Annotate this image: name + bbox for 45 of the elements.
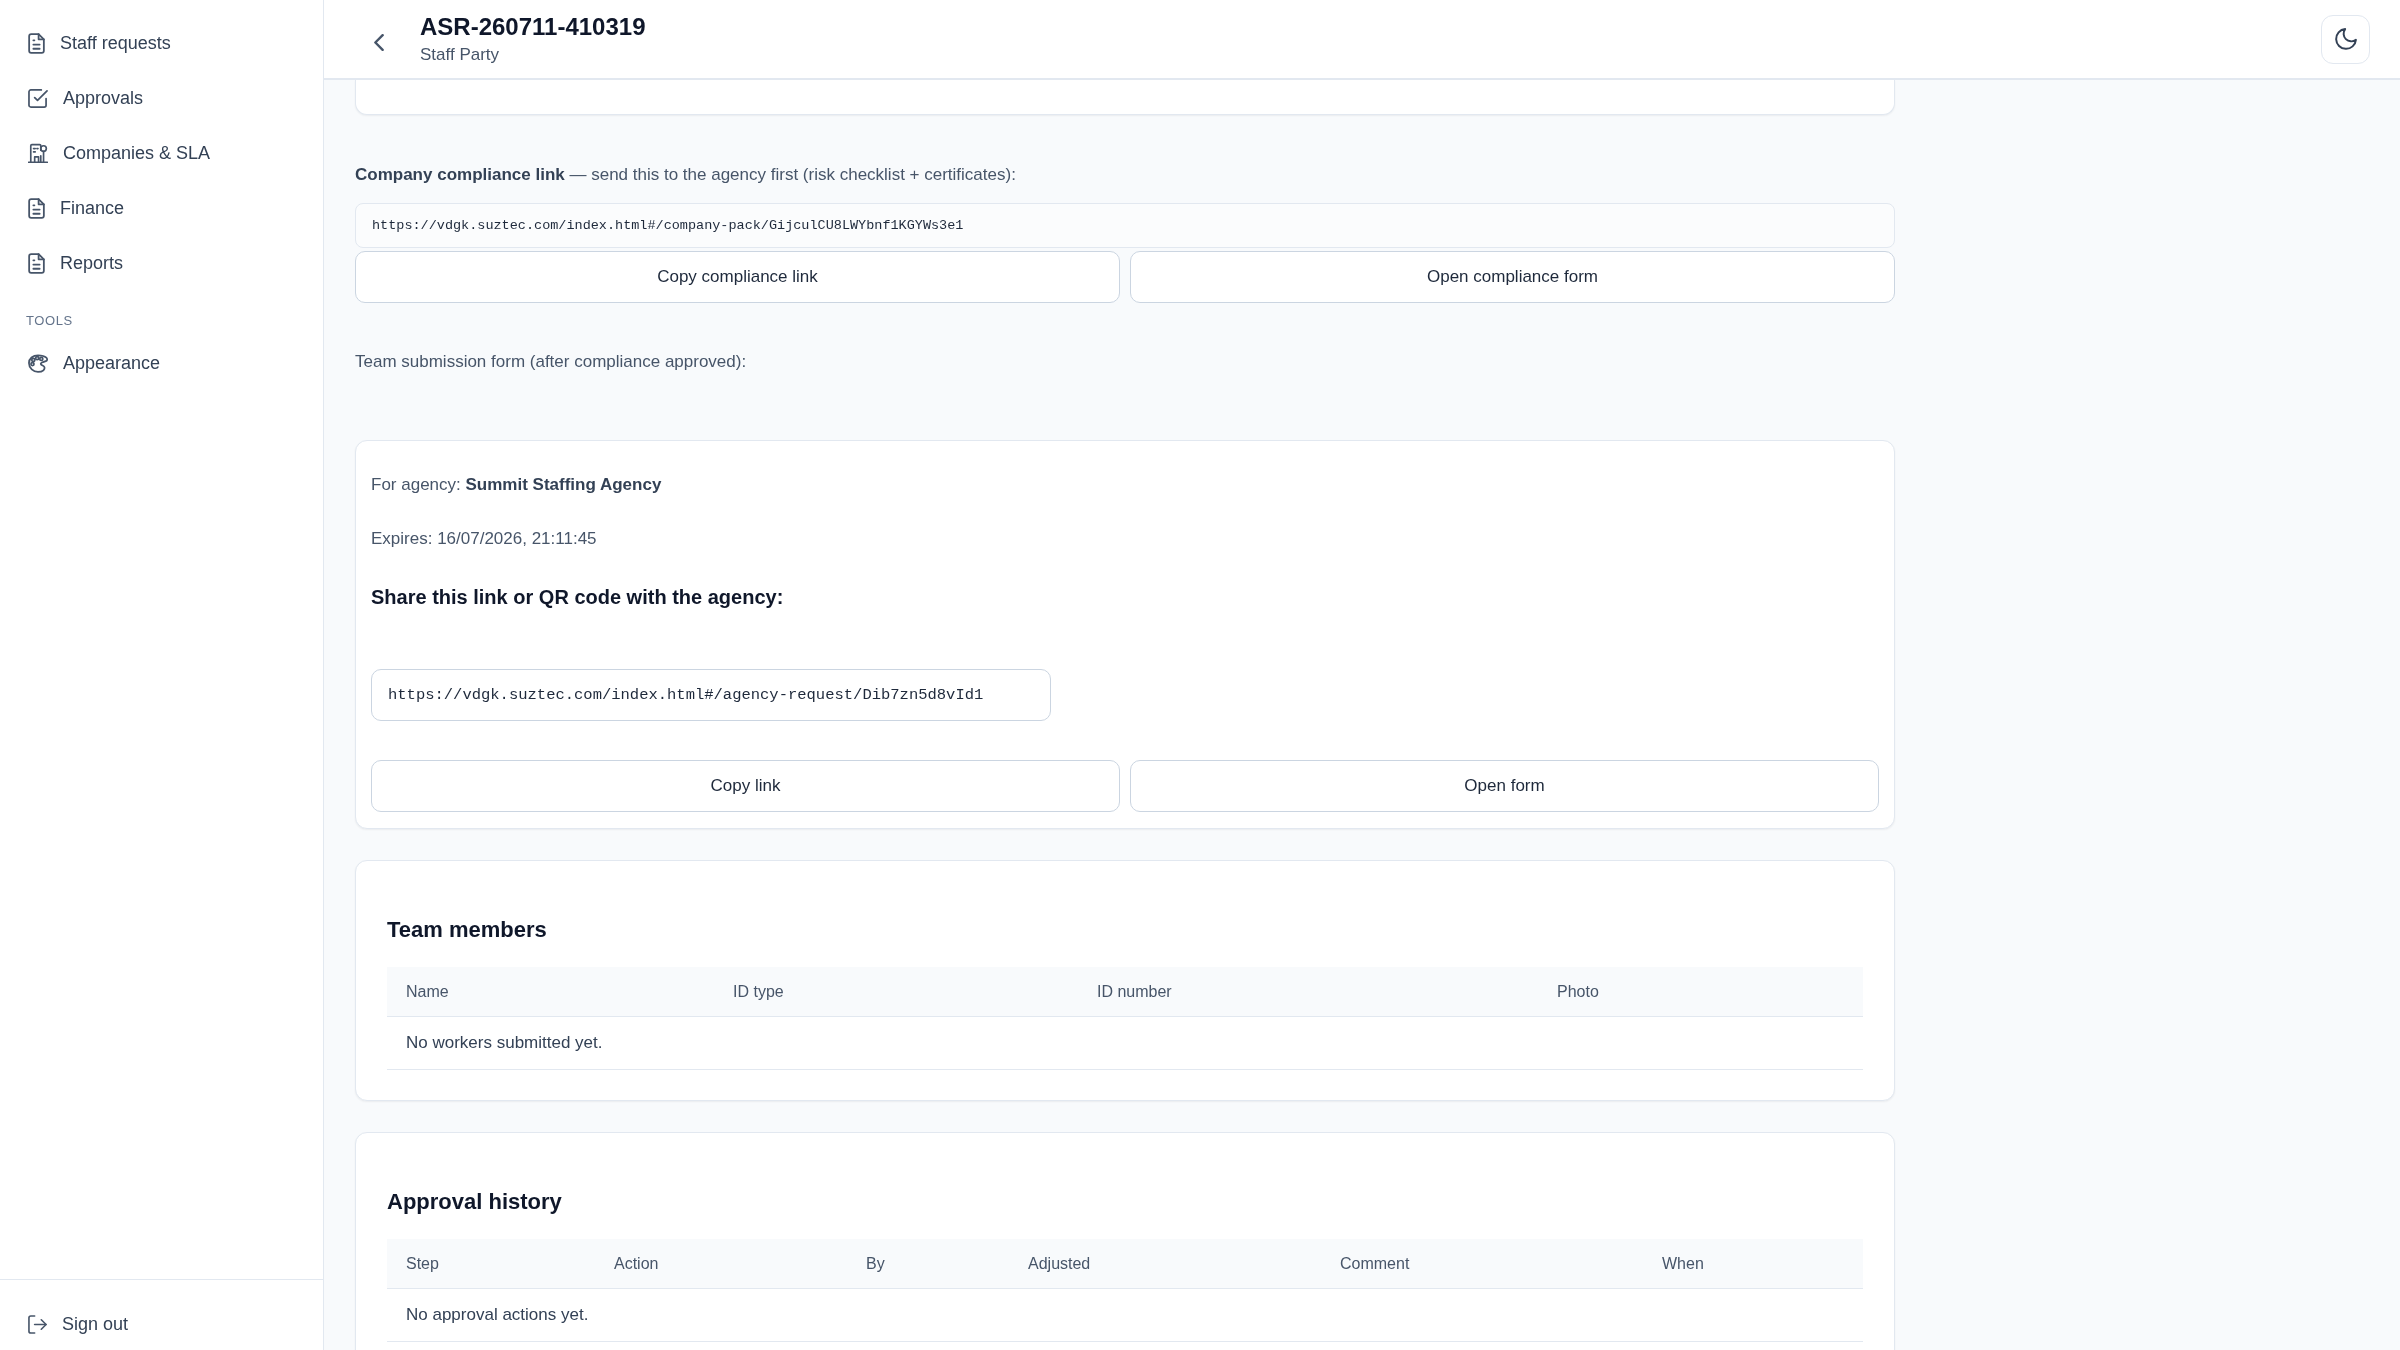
form-note: Team submission form (after compliance approved): (355, 351, 748, 373)
chevron-left-icon (374, 33, 384, 51)
copy-link-button[interactable]: Copy link (371, 760, 1120, 812)
sidebar-item[interactable]: Companies & SLA (12, 131, 311, 175)
sidebar-item[interactable]: Finance (12, 186, 311, 230)
compliance-instructions: Company compliance link — send this to the agency first (risk checklist + certificates): (355, 164, 1017, 186)
column-header: Comment (1340, 1254, 1410, 1272)
palette-icon (28, 353, 48, 373)
link-field[interactable]: https://vdgk.suztec.com/index.html#/company-pack/GijculCU8LWYbnf1KGYWs3e1 (355, 203, 1895, 248)
page-title: ASR-260711-410319 (420, 12, 646, 42)
building-icon (28, 143, 48, 163)
column-header: When (1662, 1254, 1704, 1272)
open-form-button[interactable]: Open form (1130, 760, 1879, 812)
section-title: Approval history (387, 1188, 563, 1216)
section-title: Team members (387, 916, 548, 944)
logout-icon (28, 1314, 47, 1334)
section-heading: TOOLS (25, 313, 74, 329)
column-header: Step (406, 1254, 439, 1272)
column-header: ID type (733, 982, 784, 1000)
copy-link-button[interactable]: Copy compliance link (355, 251, 1120, 303)
document-icon (28, 197, 45, 219)
sidebar-item[interactable]: Approvals (12, 76, 311, 120)
empty-table-message: No approval actions yet. (406, 1305, 589, 1325)
expiry-text: Expires: 16/07/2026, 21:11:45 (371, 528, 598, 550)
column-header: By (866, 1254, 885, 1272)
column-header: Photo (1557, 982, 1599, 1000)
sidebar-item[interactable]: Reports (12, 241, 311, 285)
column-header: ID number (1097, 982, 1172, 1000)
page-subtitle: Staff Party (420, 44, 501, 66)
document-icon (28, 252, 45, 274)
checkbox-icon (28, 88, 48, 108)
sidebar-item[interactable]: Staff requests (12, 21, 311, 65)
empty-table-message: No workers submitted yet. (406, 1033, 603, 1053)
agency-name-text: For agency: Summit Staffing Agency (371, 474, 663, 496)
column-header: Action (614, 1254, 659, 1272)
column-header: Adjusted (1028, 1254, 1091, 1272)
sign-out-link[interactable]: Sign out (12, 1302, 311, 1346)
column-header: Name (406, 982, 449, 1000)
document-icon (28, 32, 45, 54)
link-field[interactable]: https://vdgk.suztec.com/index.html#/agency-request/Dib7zn5d8vId1 (371, 669, 1051, 721)
theme-toggle-button[interactable] (2321, 14, 2370, 64)
share-heading: Share this link or QR code with the agency: (371, 585, 785, 610)
open-form-button[interactable]: Open compliance form (1130, 251, 1895, 303)
moon-icon (2334, 28, 2357, 50)
sidebar-item[interactable]: Appearance (12, 341, 311, 385)
